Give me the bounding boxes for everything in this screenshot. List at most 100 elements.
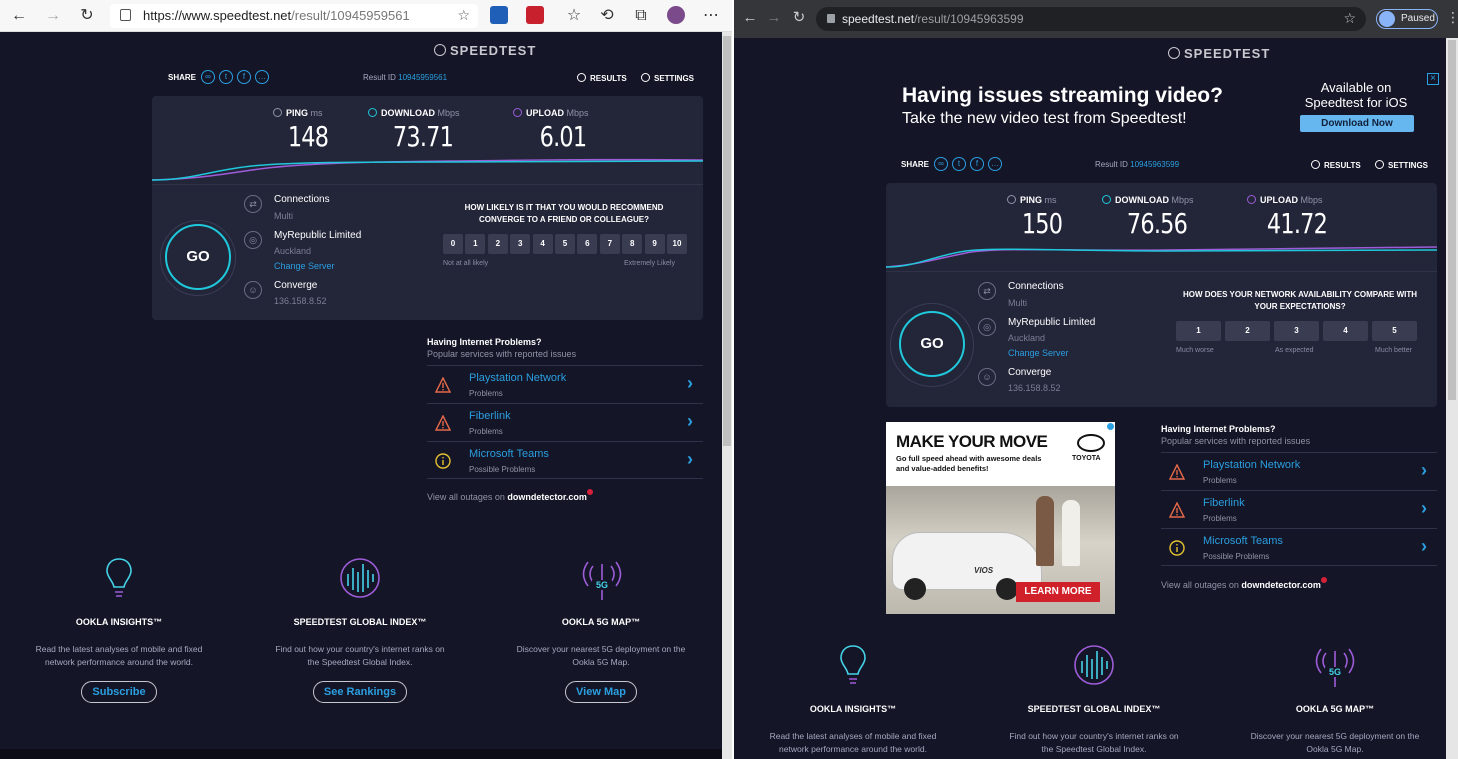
- survey-option[interactable]: 1: [465, 234, 486, 254]
- outages-link[interactable]: View all outages on downdetector.com: [1161, 577, 1327, 590]
- survey-option[interactable]: 4: [532, 234, 553, 254]
- close-icon[interactable]: ×: [1427, 73, 1439, 85]
- ping-metric: PING ms 148: [273, 108, 343, 153]
- link-share-icon[interactable]: ∞: [201, 70, 215, 84]
- globe-index-icon: [1074, 645, 1114, 685]
- chevron-right-icon[interactable]: ›: [687, 373, 693, 394]
- ip-address: 136.158.8.52: [1008, 383, 1061, 393]
- chevron-right-icon[interactable]: ›: [1421, 460, 1427, 481]
- chevron-right-icon[interactable]: ›: [1421, 498, 1427, 519]
- refresh-icon[interactable]: ↻: [76, 5, 98, 27]
- scrollbar[interactable]: [722, 32, 732, 759]
- survey-option[interactable]: 4: [1323, 321, 1368, 341]
- view-map-button[interactable]: View Map: [565, 681, 637, 703]
- ping-value: 148: [287, 120, 329, 153]
- facebook-icon[interactable]: f: [970, 157, 984, 171]
- survey-option[interactable]: 3: [510, 234, 531, 254]
- survey-option[interactable]: 6: [577, 234, 598, 254]
- adchoices-icon[interactable]: [1107, 423, 1114, 430]
- change-server-link[interactable]: Change Server: [1008, 348, 1069, 358]
- twitter-icon[interactable]: t: [219, 70, 233, 84]
- chevron-right-icon[interactable]: ›: [687, 411, 693, 432]
- speedtest-logo[interactable]: SPEEDTEST: [1168, 46, 1270, 61]
- problem-name[interactable]: Fiberlink: [469, 410, 511, 422]
- favorites-icon[interactable]: ☆: [563, 5, 585, 27]
- survey-option[interactable]: 2: [1225, 321, 1270, 341]
- problem-name[interactable]: Fiberlink: [1203, 497, 1245, 509]
- outages-link[interactable]: View all outages on downdetector.com: [427, 489, 593, 502]
- change-server-link[interactable]: Change Server: [274, 261, 335, 271]
- see-rankings-button[interactable]: See Rankings: [312, 681, 408, 703]
- facebook-icon[interactable]: f: [237, 70, 251, 84]
- problem-name[interactable]: Playstation Network: [469, 372, 566, 384]
- learn-more-button[interactable]: LEARN MORE: [1016, 582, 1100, 602]
- back-arrow-icon[interactable]: ←: [8, 5, 30, 27]
- problem-row[interactable]: Microsoft Teams Possible Problems ›: [427, 441, 703, 479]
- more-share-icon[interactable]: …: [988, 157, 1002, 171]
- survey-option[interactable]: 5: [1372, 321, 1417, 341]
- result-id-link[interactable]: 10945959561: [398, 73, 447, 82]
- chevron-right-icon[interactable]: ›: [687, 449, 693, 470]
- survey-option[interactable]: 8: [622, 234, 643, 254]
- more-menu-icon[interactable]: ⋯: [700, 5, 722, 27]
- forward-arrow-icon[interactable]: →: [42, 5, 64, 27]
- survey-option[interactable]: 5: [555, 234, 575, 254]
- go-button[interactable]: GO: [165, 224, 231, 290]
- download-value: 76.56: [1126, 207, 1188, 240]
- survey-option[interactable]: 7: [599, 234, 620, 254]
- extension-icon[interactable]: [526, 6, 544, 24]
- extension-icon[interactable]: [490, 6, 508, 24]
- problem-row[interactable]: Fiberlink Problems ›: [427, 403, 703, 441]
- problem-name[interactable]: Microsoft Teams: [1203, 535, 1283, 547]
- result-id: Result ID 10945959561: [363, 73, 448, 82]
- chevron-right-icon[interactable]: ›: [1421, 536, 1427, 557]
- connections-title: Connections: [274, 194, 330, 205]
- profile-paused-button[interactable]: Paused: [1376, 9, 1438, 29]
- problems-subheading: Popular services with reported issues: [1161, 436, 1311, 446]
- toyota-ad[interactable]: MAKE YOUR MOVE Go full speed ahead with …: [886, 422, 1115, 614]
- speedtest-logo[interactable]: SPEEDTEST: [434, 43, 536, 58]
- link-share-icon[interactable]: ∞: [934, 157, 948, 171]
- go-button[interactable]: GO: [899, 311, 965, 377]
- result-id-link[interactable]: 10945963599: [1130, 160, 1179, 169]
- problem-name[interactable]: Microsoft Teams: [469, 448, 549, 460]
- profile-avatar[interactable]: [667, 6, 685, 24]
- back-arrow-icon[interactable]: ←: [740, 8, 760, 28]
- survey-option[interactable]: 9: [644, 234, 665, 254]
- survey-option[interactable]: 0: [443, 234, 463, 254]
- subscribe-button[interactable]: Subscribe: [81, 681, 157, 703]
- survey-option[interactable]: 3: [1274, 321, 1319, 341]
- results-link[interactable]: RESULTS: [1311, 160, 1361, 170]
- download-now-button[interactable]: Download Now: [1300, 115, 1414, 132]
- scale-mid-label: As expected: [1275, 347, 1314, 354]
- ad-available: Available on Speedtest for iOS: [1304, 80, 1408, 110]
- problem-row[interactable]: Microsoft Teams Possible Problems ›: [1161, 528, 1437, 566]
- problem-row[interactable]: Playstation Network Problems ›: [1161, 452, 1437, 490]
- results-link[interactable]: RESULTS: [577, 73, 627, 83]
- scrollbar[interactable]: [1446, 38, 1458, 759]
- 5g-icon: [1315, 648, 1355, 687]
- survey-option[interactable]: 1: [1176, 321, 1221, 341]
- info-icon: [435, 453, 451, 469]
- history-icon[interactable]: ⟲: [596, 5, 618, 27]
- more-menu-icon[interactable]: ⋮: [1446, 9, 1458, 26]
- problem-row[interactable]: Playstation Network Problems ›: [427, 365, 703, 403]
- problem-row[interactable]: Fiberlink Problems ›: [1161, 490, 1437, 528]
- twitter-icon[interactable]: t: [952, 157, 966, 171]
- collections-icon[interactable]: ⧉: [630, 5, 652, 27]
- survey-option[interactable]: 2: [487, 234, 508, 254]
- bookmark-star-icon[interactable]: ☆: [1343, 10, 1356, 27]
- favorite-add-icon[interactable]: ☆: [457, 7, 470, 24]
- ad-image: VIOS LEARN MORE: [886, 486, 1115, 614]
- settings-link[interactable]: SETTINGS: [641, 73, 694, 83]
- forward-arrow-icon[interactable]: →: [764, 8, 784, 28]
- lock-icon: [120, 9, 131, 21]
- address-bar[interactable]: speedtest.net/result/10945963599 ☆: [816, 7, 1366, 31]
- more-share-icon[interactable]: …: [255, 70, 269, 84]
- address-bar[interactable]: https://www.speedtest.net/result/1094595…: [110, 4, 478, 28]
- settings-link[interactable]: SETTINGS: [1375, 160, 1428, 170]
- survey-option[interactable]: 10: [667, 234, 687, 254]
- warning-icon: [1169, 502, 1185, 518]
- refresh-icon[interactable]: ↻: [789, 8, 809, 28]
- problem-name[interactable]: Playstation Network: [1203, 459, 1300, 471]
